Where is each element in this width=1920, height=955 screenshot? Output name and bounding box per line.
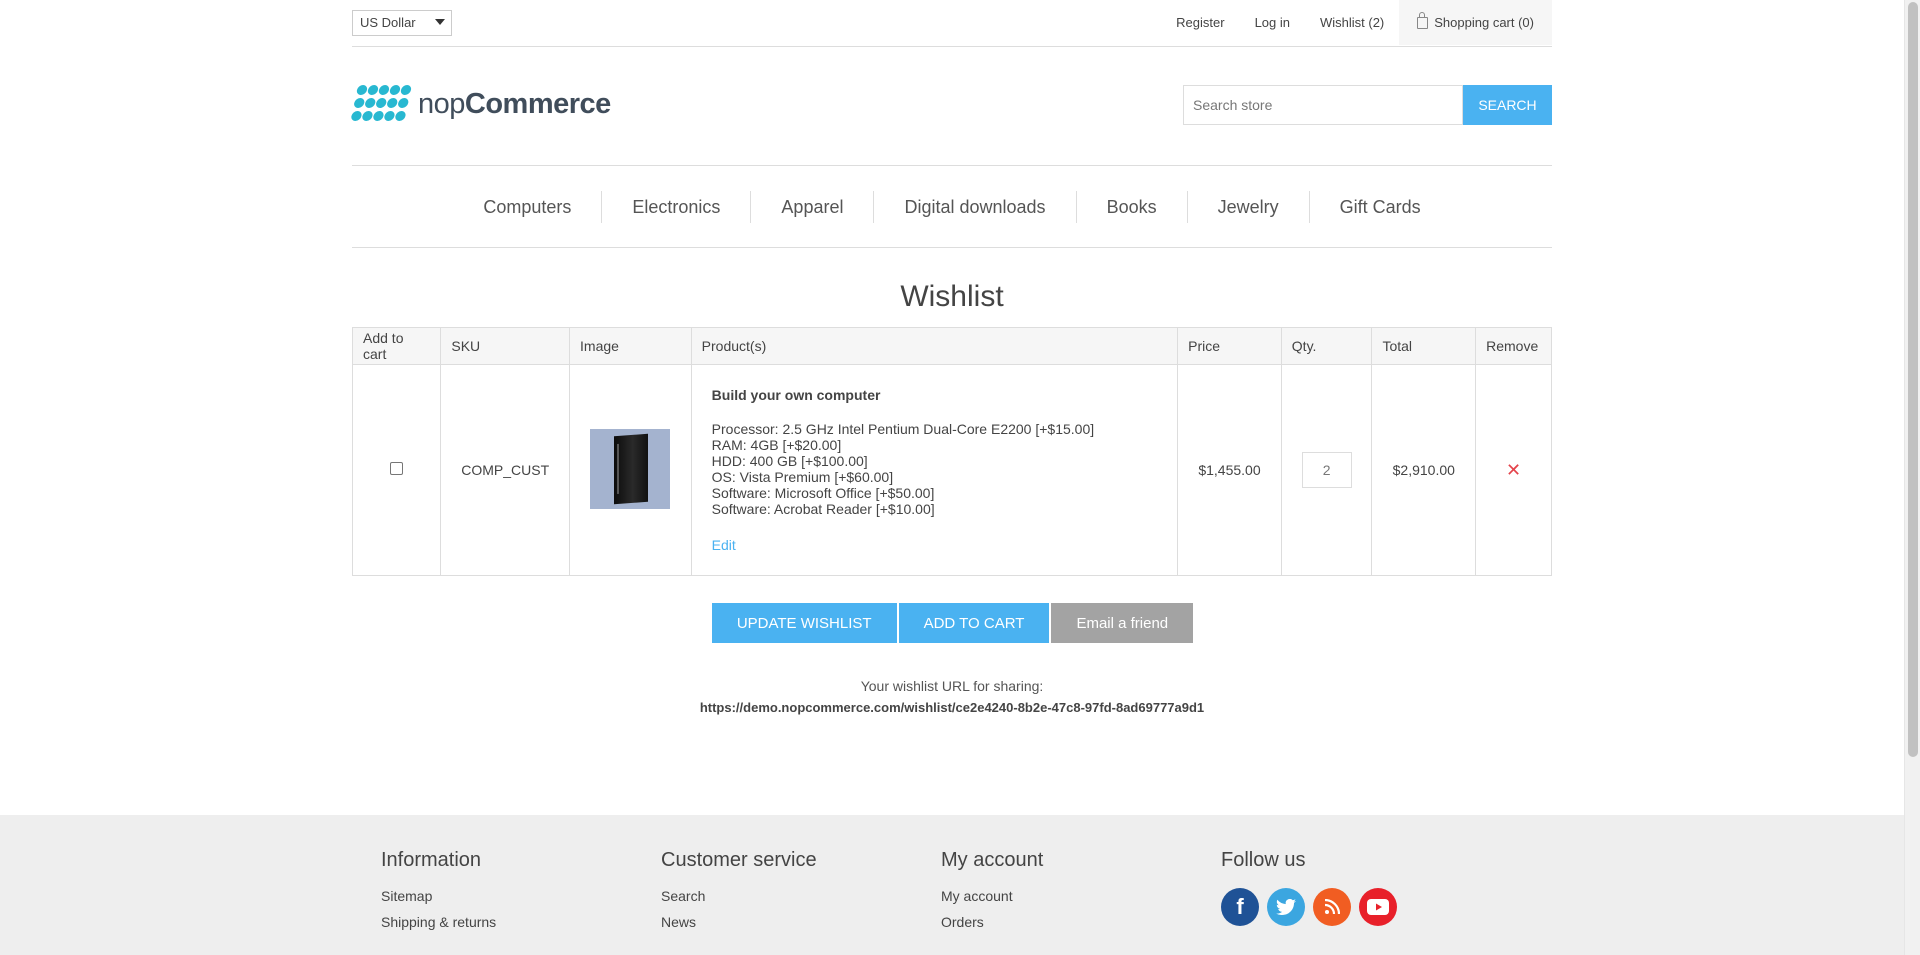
wishlist-link[interactable]: Wishlist (2) <box>1305 0 1399 45</box>
login-link[interactable]: Log in <box>1240 0 1305 45</box>
total-cell: $2,910.00 <box>1371 364 1477 576</box>
footer: Information Sitemap Shipping & returns C… <box>0 815 1904 955</box>
twitter-icon[interactable] <box>1267 888 1305 926</box>
page-title: Wishlist <box>900 280 1004 313</box>
table-header-row: Add to cart SKU Image Product(s) Price Q… <box>351 327 1552 365</box>
header-sku: SKU <box>440 327 571 365</box>
logo-dots-icon <box>350 85 413 123</box>
header-remove: Remove <box>1475 327 1552 365</box>
sku-cell: COMP_CUST <box>440 364 571 576</box>
menu-item-electronics[interactable]: Electronics <box>602 191 750 223</box>
quantity-input[interactable] <box>1301 452 1352 488</box>
facebook-icon[interactable]: f <box>1221 888 1259 926</box>
update-wishlist-button[interactable]: UPDATE WISHLIST <box>711 603 897 643</box>
header-add-to-cart: Add to cart <box>351 327 442 365</box>
footer-customer-service: Customer service Search News <box>661 849 817 930</box>
share-section: Your wishlist URL for sharing: https://d… <box>352 678 1552 715</box>
top-menu: Computers Electronics Apparel Digital do… <box>352 166 1552 248</box>
page-scrollbar[interactable] <box>1904 0 1920 955</box>
logo-text: nopCommerce <box>418 87 611 120</box>
wishlist-buttons: UPDATE WISHLIST ADD TO CART Email a frie… <box>0 603 1904 643</box>
footer-my-account: My account My account Orders <box>941 849 1043 930</box>
currency-selected-value: US Dollar <box>360 15 416 30</box>
share-label: Your wishlist URL for sharing: <box>860 678 1044 694</box>
footer-link-search[interactable]: Search <box>661 888 817 904</box>
footer-customer-service-title: Customer service <box>661 849 817 871</box>
header-main: nopCommerce SEARCH <box>350 47 1552 166</box>
header-products: Product(s) <box>690 327 1179 365</box>
header-top-bar: US Dollar Register Log in Wishlist (2) S… <box>352 0 1552 47</box>
add-to-cart-button[interactable]: ADD TO CART <box>898 603 1050 643</box>
shopping-cart-label: Shopping cart (0) <box>1434 15 1534 30</box>
menu-item-gift-cards[interactable]: Gift Cards <box>1310 191 1451 223</box>
qty-cell <box>1280 364 1373 576</box>
product-attribute: RAM: 4GB [+$20.00] <box>711 437 842 453</box>
product-attribute: Software: Acrobat Reader [+$10.00] <box>711 501 935 517</box>
menu-item-jewelry[interactable]: Jewelry <box>1188 191 1309 223</box>
header-price: Price <box>1177 327 1282 365</box>
social-icons: f <box>1221 888 1397 926</box>
email-a-friend-button[interactable]: Email a friend <box>1051 603 1194 643</box>
header-qty: Qty. <box>1280 327 1373 365</box>
menu-item-computers[interactable]: Computers <box>453 191 601 223</box>
page: US Dollar Register Log in Wishlist (2) S… <box>0 0 1904 955</box>
product-attribute: Processor: 2.5 GHz Intel Pentium Dual-Co… <box>711 421 1095 437</box>
header-image: Image <box>569 327 692 365</box>
shopping-cart-link[interactable]: Shopping cart (0) <box>1399 0 1552 45</box>
footer-information: Information Sitemap Shipping & returns <box>381 849 496 930</box>
youtube-icon[interactable] <box>1359 888 1397 926</box>
header-links: Register Log in Wishlist (2) Shopping ca… <box>1161 0 1552 45</box>
search-button[interactable]: SEARCH <box>1463 85 1552 125</box>
product-cell: Build your own computer Processor: 2.5 G… <box>690 364 1179 576</box>
chevron-down-icon <box>435 19 445 25</box>
menu-item-digital-downloads[interactable]: Digital downloads <box>874 191 1075 223</box>
wishlist-table: Add to cart SKU Image Product(s) Price Q… <box>351 327 1552 576</box>
header-total: Total <box>1371 327 1477 365</box>
product-attribute: Software: Microsoft Office [+$50.00] <box>711 485 935 501</box>
product-image[interactable] <box>590 428 671 509</box>
add-to-cart-checkbox[interactable] <box>390 462 404 475</box>
shopping-bag-icon <box>1417 11 1429 29</box>
share-url-link[interactable]: https://demo.nopcommerce.com/wishlist/ce… <box>352 700 1552 715</box>
product-name-link[interactable]: Build your own computer <box>712 387 1177 403</box>
footer-link-news[interactable]: News <box>661 914 817 930</box>
footer-link-sitemap[interactable]: Sitemap <box>381 888 496 904</box>
menu-item-books[interactable]: Books <box>1077 191 1187 223</box>
store-logo[interactable]: nopCommerce <box>350 85 611 123</box>
product-attribute: OS: Vista Premium [+$60.00] <box>711 469 894 485</box>
footer-information-title: Information <box>381 849 482 871</box>
edit-link[interactable]: Edit <box>712 537 1177 553</box>
register-link[interactable]: Register <box>1161 0 1239 45</box>
remove-icon[interactable]: ✕ <box>1506 460 1521 480</box>
price-cell: $1,455.00 <box>1177 364 1282 576</box>
footer-follow-us: Follow us f <box>1221 849 1397 926</box>
rss-icon[interactable] <box>1313 888 1351 926</box>
search-box: SEARCH <box>1183 85 1552 125</box>
footer-follow-us-title: Follow us <box>1221 849 1306 871</box>
scrollbar-thumb[interactable] <box>1908 2 1918 757</box>
menu-item-apparel[interactable]: Apparel <box>751 191 873 223</box>
footer-link-shipping-returns[interactable]: Shipping & returns <box>381 914 496 930</box>
footer-link-orders[interactable]: Orders <box>941 914 1043 930</box>
remove-cell: ✕ <box>1475 364 1552 576</box>
table-row: COMP_CUST Build your own computer Proces… <box>351 364 1552 576</box>
image-cell <box>569 364 692 576</box>
footer-link-my-account[interactable]: My account <box>941 888 1043 904</box>
add-to-cart-cell <box>351 364 442 576</box>
product-attribute: HDD: 400 GB [+$100.00] <box>711 453 868 469</box>
currency-select[interactable]: US Dollar <box>352 10 452 36</box>
search-input[interactable] <box>1183 85 1463 125</box>
footer-my-account-title: My account <box>941 849 1044 871</box>
